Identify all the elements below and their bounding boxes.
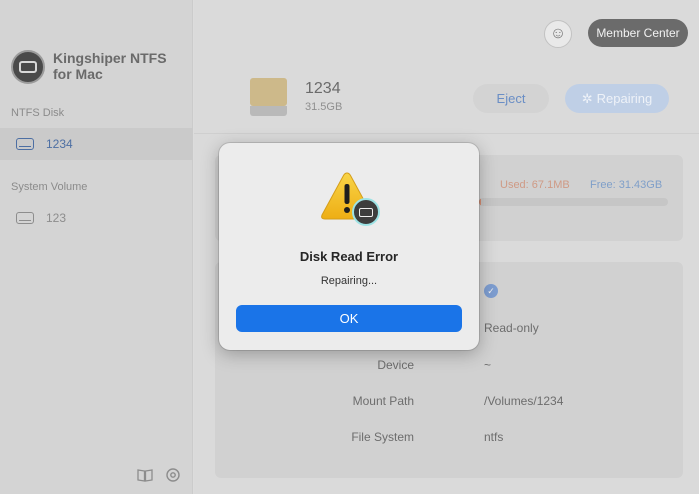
eject-button[interactable]: Eject [473, 84, 549, 113]
app-logo-icon [11, 50, 45, 84]
usage-bar [479, 198, 668, 206]
free-label: Free: 31.43GB [590, 179, 663, 191]
book-icon[interactable] [137, 467, 153, 483]
disk-size: 31.5GB [305, 101, 343, 113]
used-label: Used: 67.1MB [500, 179, 570, 191]
ok-button[interactable]: OK [236, 305, 462, 332]
warning-icon [319, 170, 381, 226]
info-key: Mount Path [352, 394, 414, 408]
disk-icon [16, 138, 34, 150]
info-value: ~ [484, 358, 492, 372]
usage-bar-fill [479, 198, 481, 206]
gear-icon[interactable] [165, 467, 181, 483]
sidebar-item-1234[interactable]: 1234 [0, 128, 193, 160]
app-name: Kingshiper NTFS for Mac [53, 50, 167, 82]
error-dialog: Disk Read Error Repairing... OK [219, 143, 479, 350]
info-value: ntfs [484, 430, 504, 444]
info-key: Device [377, 358, 414, 372]
repairing-button[interactable]: ✲ Repairing [565, 84, 669, 113]
ntfs-section-label: NTFS Disk [11, 107, 65, 119]
info-value: /Volumes/1234 [484, 394, 564, 408]
dialog-title: Disk Read Error [299, 249, 399, 264]
info-key: File System [351, 430, 414, 444]
spinner-icon: ✲ [581, 90, 593, 106]
header-divider [194, 133, 699, 134]
sidebar-item-label: 1234 [46, 137, 73, 151]
avatar[interactable]: ☺ [544, 20, 572, 48]
system-section-label: System Volume [11, 181, 88, 193]
dialog-message: Repairing... [320, 275, 378, 287]
sidebar-item-label: 123 [46, 211, 67, 225]
disk-name: 1234 [305, 80, 341, 97]
disk-icon [16, 212, 34, 224]
check-icon: ✓ [484, 284, 498, 298]
disk-badge-icon [352, 198, 380, 226]
info-value: Read-only [484, 321, 539, 335]
repairing-label: Repairing [596, 91, 653, 106]
drive-icon [250, 78, 287, 116]
sidebar-item-123[interactable]: 123 [0, 202, 193, 234]
member-center-button[interactable]: Member Center [588, 19, 688, 47]
